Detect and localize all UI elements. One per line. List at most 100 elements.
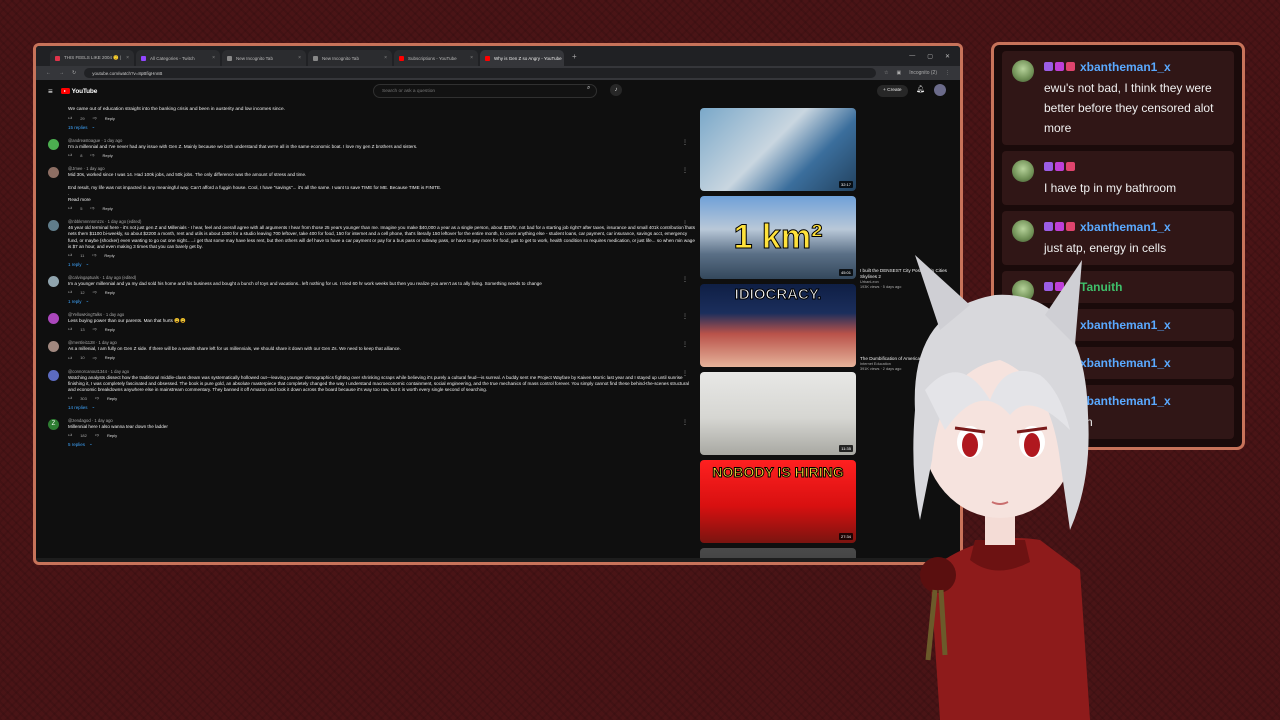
commenter-avatar[interactable] [48, 139, 59, 150]
hamburger-icon[interactable]: ≡ [48, 87, 53, 96]
reply-button[interactable]: Reply [105, 327, 115, 332]
menu-icon[interactable]: ⋮ [945, 70, 950, 76]
replies-toggle[interactable]: 5 replies ⌄ [68, 441, 696, 447]
like-icon[interactable]: 👍︎ [68, 326, 72, 332]
more-options-icon[interactable]: ⋮ [682, 342, 688, 348]
like-icon[interactable]: 👍︎ [68, 355, 72, 361]
dislike-icon[interactable]: 👎︎ [93, 289, 97, 295]
commenter-avatar[interactable] [48, 341, 59, 353]
dislike-icon[interactable]: 👎︎ [93, 355, 97, 361]
chat-username[interactable]: xbantheman1_x [1080, 60, 1171, 74]
dislike-icon[interactable]: 👎︎ [95, 395, 99, 401]
commenter-avatar[interactable] [48, 369, 59, 381]
video-thumbnail[interactable]: 32:17 [700, 108, 856, 191]
chat-header: xbantheman1_x [1044, 218, 1226, 236]
like-count: 8 [80, 152, 83, 158]
comment-actions: 👍︎ 182 👎︎ Reply [68, 432, 696, 438]
replies-toggle[interactable]: 1 reply ⌄ [68, 261, 696, 267]
tab-3[interactable]: New Incognito Tab × [308, 50, 392, 66]
more-options-icon[interactable]: ⋮ [682, 221, 688, 227]
forward-icon[interactable]: → [59, 70, 64, 76]
like-icon[interactable]: 👍︎ [68, 252, 72, 258]
close-icon[interactable]: × [384, 55, 387, 61]
more-options-icon[interactable]: ⋮ [682, 371, 688, 377]
like-count: 11 [80, 252, 85, 258]
like-icon[interactable]: 👍︎ [68, 289, 72, 295]
like-icon[interactable]: 👍︎ [68, 115, 72, 121]
reply-button[interactable]: Reply [105, 116, 115, 121]
back-icon[interactable]: ← [46, 70, 51, 76]
tab-2[interactable]: New Incognito Tab × [222, 50, 306, 66]
commenter-avatar[interactable] [48, 313, 59, 325]
like-icon[interactable]: 👍︎ [68, 205, 72, 211]
reply-button[interactable]: Reply [105, 355, 115, 360]
comment-item: @nbbkmnnnnmzzx · 1 day ago (edited) 46 ye… [48, 219, 696, 267]
commenter-avatar[interactable] [48, 220, 59, 232]
chevron-down-icon: ⌄ [91, 124, 96, 129]
reload-icon[interactable]: ↻ [72, 70, 76, 76]
more-options-icon[interactable]: ⋮ [682, 420, 688, 426]
dislike-icon[interactable]: 👎︎ [93, 326, 97, 332]
profile-label[interactable]: Incognito (2) [909, 70, 937, 76]
comment-text: Watching analysts dissect how the tradit… [68, 374, 689, 393]
more-options-icon[interactable]: ⋮ [682, 168, 688, 174]
chat-username[interactable]: xbantheman1_x [1080, 220, 1171, 234]
more-options-icon[interactable]: ⋮ [682, 140, 688, 146]
replies-toggle[interactable]: 15 replies ⌄ [68, 124, 696, 130]
bookmark-icon[interactable]: ☆ [884, 70, 888, 76]
more-options-icon[interactable]: ⋮ [682, 277, 688, 283]
reply-button[interactable]: Reply [102, 153, 112, 158]
like-icon[interactable]: 👍︎ [68, 152, 72, 158]
account-avatar[interactable] [934, 84, 946, 96]
reply-button[interactable]: Reply [107, 433, 117, 438]
comment-item: @andreastoague · 1 day ago I'm a millenni… [48, 138, 696, 158]
tab-favicon [399, 55, 404, 61]
close-icon[interactable]: × [470, 55, 473, 61]
youtube-logo[interactable]: YouTube [60, 87, 98, 95]
like-icon[interactable]: 👍︎ [68, 395, 72, 401]
dislike-icon[interactable]: 👎︎ [90, 152, 94, 158]
dislike-icon[interactable]: 👎︎ [93, 115, 97, 121]
comment-actions: 👍︎ 11 👎︎ Reply [68, 252, 696, 258]
comment-actions: 👍︎ 303 👎︎ Reply [68, 395, 696, 401]
create-button[interactable]: + Create [877, 85, 908, 97]
url-field[interactable]: youtube.com/watch?v=8pBfigHnnB [84, 68, 876, 78]
new-tab-icon[interactable]: + [566, 52, 583, 61]
more-options-icon[interactable]: ⋮ [682, 314, 688, 320]
replies-toggle[interactable]: 14 replies ⌄ [68, 404, 696, 410]
minimize-icon[interactable]: — [909, 53, 915, 60]
tab-4[interactable]: Subscriptions - YouTube × [394, 50, 478, 66]
reply-button[interactable]: Reply [102, 206, 112, 211]
close-icon[interactable]: × [212, 55, 215, 61]
replies-toggle[interactable]: 1 reply ⌄ [68, 298, 696, 304]
comment-text: I'm a millennial and I've never had any … [68, 144, 418, 149]
search-input[interactable]: Search or ask a question [373, 84, 597, 98]
like-count: 12 [80, 289, 85, 295]
tab-5[interactable]: Why is Gen Z so Angry - YouTube× [480, 50, 564, 66]
tab-1[interactable]: All Categories - Twitch × [136, 50, 220, 66]
maximize-icon[interactable]: ▢ [927, 53, 933, 60]
youtube-logo-text: YouTube [71, 87, 98, 95]
extensions-icon[interactable]: ▣ [896, 70, 901, 76]
reply-button[interactable]: Reply [107, 396, 117, 401]
dislike-icon[interactable]: 👎︎ [92, 252, 96, 258]
close-window-icon[interactable]: ✕ [945, 53, 950, 60]
comment-item: @connorcanout1344 · 1 day ago Watching an… [48, 369, 696, 411]
reply-button[interactable]: Reply [105, 290, 115, 295]
search-icon[interactable]: ⌕ [587, 85, 590, 92]
tab-0[interactable]: THIS FEELS LIKE 2004 🙂 | × [50, 50, 134, 66]
dislike-icon[interactable]: 👎︎ [90, 205, 94, 211]
close-icon[interactable]: × [126, 55, 129, 61]
reply-button[interactable]: Reply [104, 253, 114, 258]
dislike-icon[interactable]: 👎︎ [95, 432, 99, 438]
comment-item: @Jmee · 1 day ago Mid 30s, worked since I… [48, 166, 696, 211]
bell-icon[interactable]: 🔔︎ [916, 85, 925, 93]
close-icon[interactable]: × [298, 55, 301, 61]
replies-count: 1 reply [68, 261, 82, 267]
commenter-avatar[interactable] [48, 276, 59, 288]
commenter-avatar[interactable] [48, 167, 59, 179]
mic-icon[interactable]: ♪ [610, 84, 622, 96]
like-icon[interactable]: 👍︎ [68, 432, 72, 438]
commenter-avatar[interactable]: Z [48, 419, 59, 431]
recommended-video[interactable]: 32:17 [700, 108, 958, 194]
